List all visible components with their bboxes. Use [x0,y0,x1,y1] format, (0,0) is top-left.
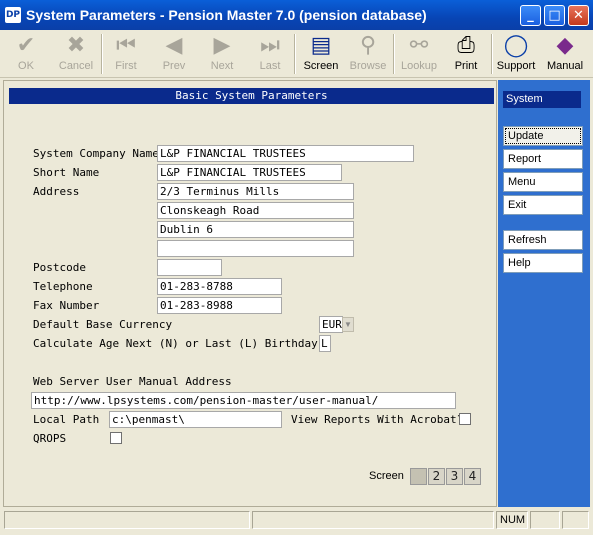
manual-label: Manual [546,60,584,72]
ok-label: OK [18,60,34,72]
chevron-down-icon[interactable]: ▼ [342,317,354,332]
first-icon: ⏮ [116,33,136,58]
screen-3-button[interactable]: 3 [446,468,463,485]
last-label: Last [259,60,281,72]
printer-icon: ⎙ [457,33,475,58]
print-label: Print [454,60,478,72]
age-basis-field[interactable]: L [319,335,331,352]
first-button[interactable]: ⏮ First [106,32,146,76]
magnifier-icon: ⚲ [359,33,377,58]
binoculars-icon: ⚯ [409,33,429,58]
currency-label: Default Base Currency [33,318,173,331]
local-path-field[interactable]: c:\penmast\ [109,411,282,428]
browse-button[interactable]: ⚲ Browse [346,32,390,76]
num-lock-indicator: NUM [496,511,528,529]
cancel-button[interactable]: ✖ Cancel [54,32,98,76]
fax-label: Fax Number [33,299,100,312]
short-name-label: Short Name [33,166,100,179]
maximize-icon[interactable]: □ [544,5,565,26]
support-icon: ◯ [503,33,529,58]
help-button[interactable]: Help [503,253,583,273]
address-line-4-field[interactable] [157,240,354,257]
status-pane [530,511,560,529]
next-icon: ▶ [213,33,231,58]
toolbar-separator [393,34,395,74]
web-manual-url-field[interactable]: http://www.lpsystems.com/pension-master/… [31,392,456,409]
prev-icon: ◀ [165,33,183,58]
window-title: System Parameters - Pension Master 7.0 (… [26,7,427,23]
print-button[interactable]: ⎙ Print [446,32,486,76]
minimize-icon[interactable]: _ [520,5,541,26]
status-pane [4,511,250,529]
web-manual-label: Web Server User Manual Address [33,375,232,388]
prev-button[interactable]: ◀ Prev [154,32,194,76]
manual-button[interactable]: ◆ Manual [543,32,587,76]
last-icon: ⏭ [260,33,280,58]
browse-label: Browse [349,60,387,72]
checkmark-icon: ✔ [16,33,36,58]
address-line-1-field[interactable]: 2/3 Terminus Mills [157,183,354,200]
qrops-checkbox[interactable] [110,432,122,444]
short-name-field[interactable]: L&P FINANCIAL TRUSTEES [157,164,342,181]
screens-icon: ▤ [310,33,332,58]
company-name-field[interactable]: L&P FINANCIAL TRUSTEES [157,145,414,162]
update-button[interactable]: Update [503,126,583,146]
toolbar: ✔ OK ✖ Cancel ⏮ First ◀ Prev ▶ Next ⏭ La… [0,30,593,78]
postcode-label: Postcode [33,261,86,274]
status-pane [562,511,589,529]
screen-button[interactable]: ▤ Screen [300,32,342,76]
prev-label: Prev [162,60,186,72]
last-button[interactable]: ⏭ Last [250,32,290,76]
telephone-field[interactable]: 01-283-8788 [157,278,282,295]
screen-2-button[interactable]: 2 [428,468,445,485]
address-label: Address [33,185,80,198]
acrobat-label: View Reports With Acrobat? [291,413,464,426]
next-button[interactable]: ▶ Next [202,32,242,76]
ok-button[interactable]: ✔ OK [6,32,46,76]
address-line-2-field[interactable]: Clonskeagh Road [157,202,354,219]
cancel-label: Cancel [58,60,94,72]
screen-1-button[interactable]: 1 [410,468,427,485]
fax-field[interactable]: 01-283-8988 [157,297,282,314]
menu-button[interactable]: Menu [503,172,583,192]
toolbar-separator [294,34,296,74]
app-icon[interactable]: DP [5,7,21,23]
exit-button[interactable]: Exit [503,195,583,215]
x-icon: ✖ [66,33,86,58]
telephone-label: Telephone [33,280,93,293]
first-label: First [115,60,137,72]
section-header: Basic System Parameters [9,88,494,104]
screen-label: Screen [303,60,339,72]
lookup-label: Lookup [400,60,438,72]
lookup-button[interactable]: ⚯ Lookup [397,32,441,76]
refresh-button[interactable]: Refresh [503,230,583,250]
age-basis-label: Calculate Age Next (N) or Last (L) Birth… [33,337,318,350]
support-label: Support [496,60,536,72]
screen-pager-label: Screen [369,470,404,482]
screen-4-button[interactable]: 4 [464,468,481,485]
next-label: Next [210,60,234,72]
close-icon[interactable]: ✕ [568,5,589,26]
qrops-label: QROPS [33,432,67,445]
book-icon: ◆ [556,33,574,58]
toolbar-separator [101,34,103,74]
local-path-label: Local Path [33,413,100,426]
status-pane [252,511,494,529]
postcode-field[interactable] [157,259,222,276]
sidebar-title: System [503,91,581,108]
acrobat-checkbox[interactable] [459,413,471,425]
company-name-label: System Company Name [33,147,159,160]
currency-select[interactable]: EUR [319,316,343,333]
report-button[interactable]: Report [503,149,583,169]
address-line-3-field[interactable]: Dublin 6 [157,221,354,238]
support-button[interactable]: ◯ Support [495,32,537,76]
toolbar-separator [491,34,493,74]
